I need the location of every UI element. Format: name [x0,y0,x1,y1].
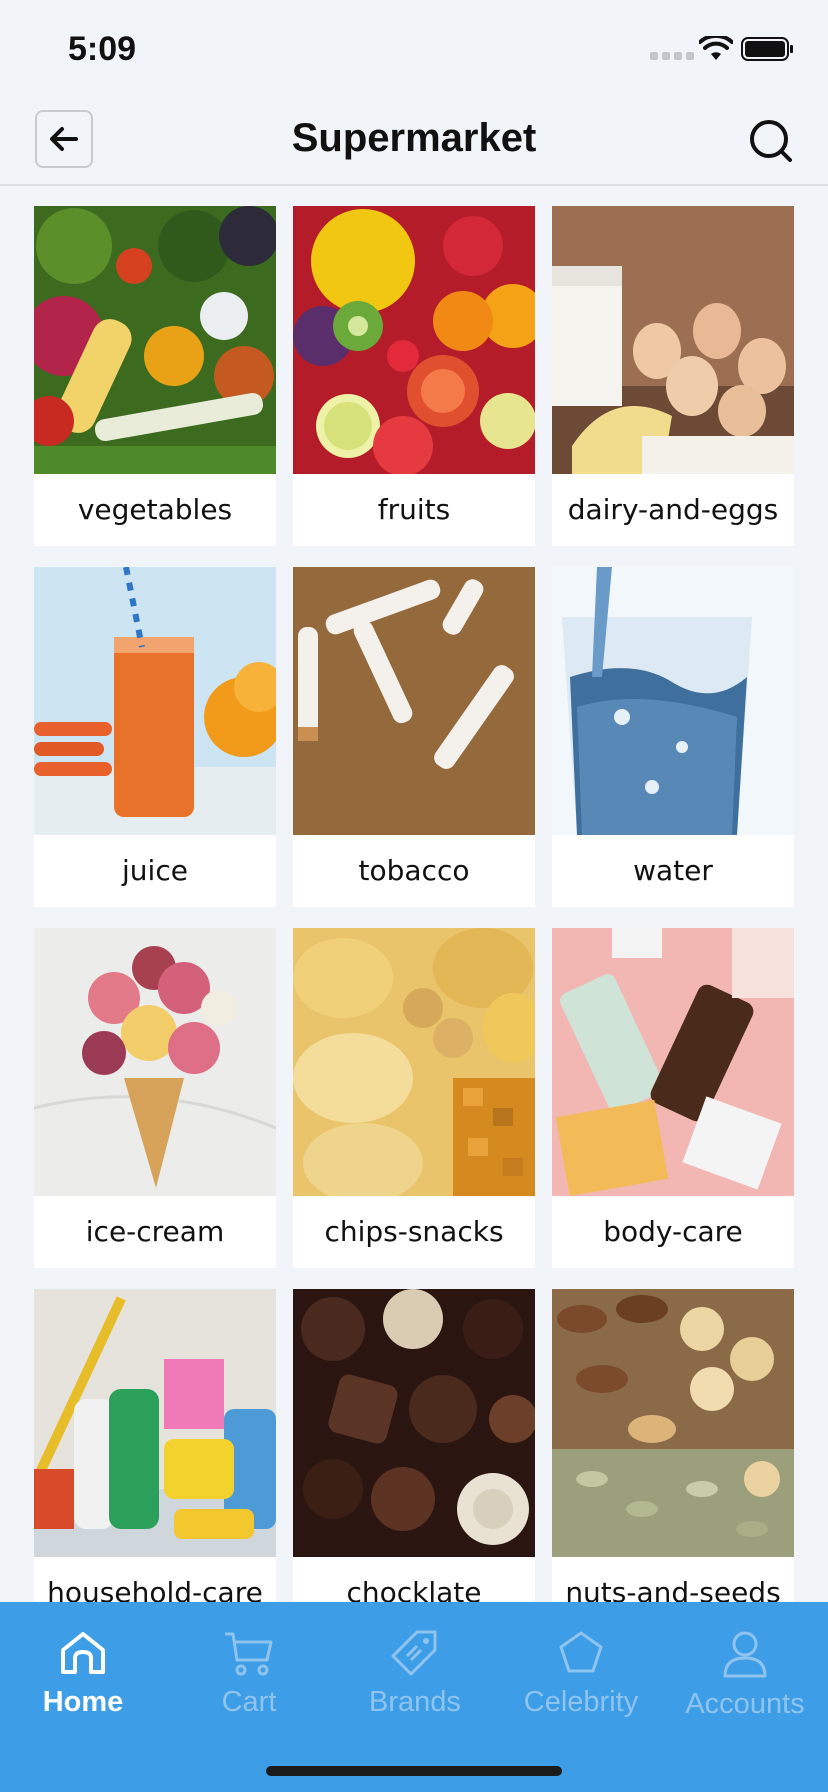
category-label: chips-snacks [324,1215,504,1248]
page-title: Supermarket [291,116,537,160]
category-label: chocklate [346,1576,482,1602]
category-label: body-care [603,1215,743,1248]
category-card-fruits[interactable]: fruits [293,206,535,546]
search-icon[interactable] [746,116,796,166]
category-card-body-care[interactable]: body-care [552,928,794,1268]
body-care-image [552,928,794,1196]
tab-label: Cart [221,1686,277,1718]
category-card-household-care[interactable]: household-care [34,1289,276,1602]
ice-cream-image [34,928,276,1196]
tab-brands[interactable]: Brands [332,1628,498,1728]
tab-label: Brands [369,1686,461,1718]
tag-icon [391,1630,437,1676]
nuts-and-seeds-image [552,1289,794,1557]
dairy-and-eggs-image [552,206,794,474]
category-label: fruits [377,493,451,526]
category-card-dairy-and-eggs[interactable]: dairy-and-eggs [552,206,794,546]
category-label: juice [122,854,188,887]
category-grid: vegetables fruits dairy-and-eggs juice t… [34,206,794,1602]
cart-icon [225,1632,273,1676]
category-card-ice-cream[interactable]: ice-cream [34,928,276,1268]
tab-label: Celebrity [523,1686,639,1718]
battery-icon [741,37,793,61]
fruits-image [293,206,535,474]
star-icon [559,1631,603,1673]
chocklate-image [293,1289,535,1557]
category-label: dairy-and-eggs [567,493,779,526]
bottom-tab-bar: Home Cart Brands Celebrity Accounts [0,1602,828,1792]
status-time: 5:09 [68,30,137,68]
tab-label: Accounts [685,1688,805,1720]
category-card-nuts-and-seeds[interactable]: nuts-and-seeds [552,1289,794,1602]
status-bar: 5:09 [0,0,828,100]
water-image [552,567,794,835]
category-label: household-care [47,1576,263,1602]
tab-home[interactable]: Home [0,1628,166,1728]
category-card-chips-snacks[interactable]: chips-snacks [293,928,535,1268]
header: Supermarket [0,100,828,186]
category-label: nuts-and-seeds [565,1576,781,1602]
category-card-tobacco[interactable]: tobacco [293,567,535,907]
wifi-icon [699,36,733,60]
tab-celebrity[interactable]: Celebrity [498,1628,664,1728]
household-care-image [34,1289,276,1557]
juice-image [34,567,276,835]
cellular-signal-icon [650,52,694,60]
category-card-vegetables[interactable]: vegetables [34,206,276,546]
category-label: tobacco [358,854,470,887]
tobacco-image [293,567,535,835]
tab-label: Home [42,1686,124,1718]
category-label: vegetables [77,493,233,526]
home-indicator [266,1766,562,1776]
category-card-juice[interactable]: juice [34,567,276,907]
category-label: ice-cream [85,1215,225,1248]
category-card-chocklate[interactable]: chocklate [293,1289,535,1602]
user-icon [723,1631,767,1678]
category-card-water[interactable]: water [552,567,794,907]
tab-accounts[interactable]: Accounts [662,1628,828,1728]
category-label: water [633,854,713,887]
chips-snacks-image [293,928,535,1196]
home-icon [61,1632,105,1674]
vegetables-image [34,206,276,474]
tab-cart[interactable]: Cart [166,1628,332,1728]
